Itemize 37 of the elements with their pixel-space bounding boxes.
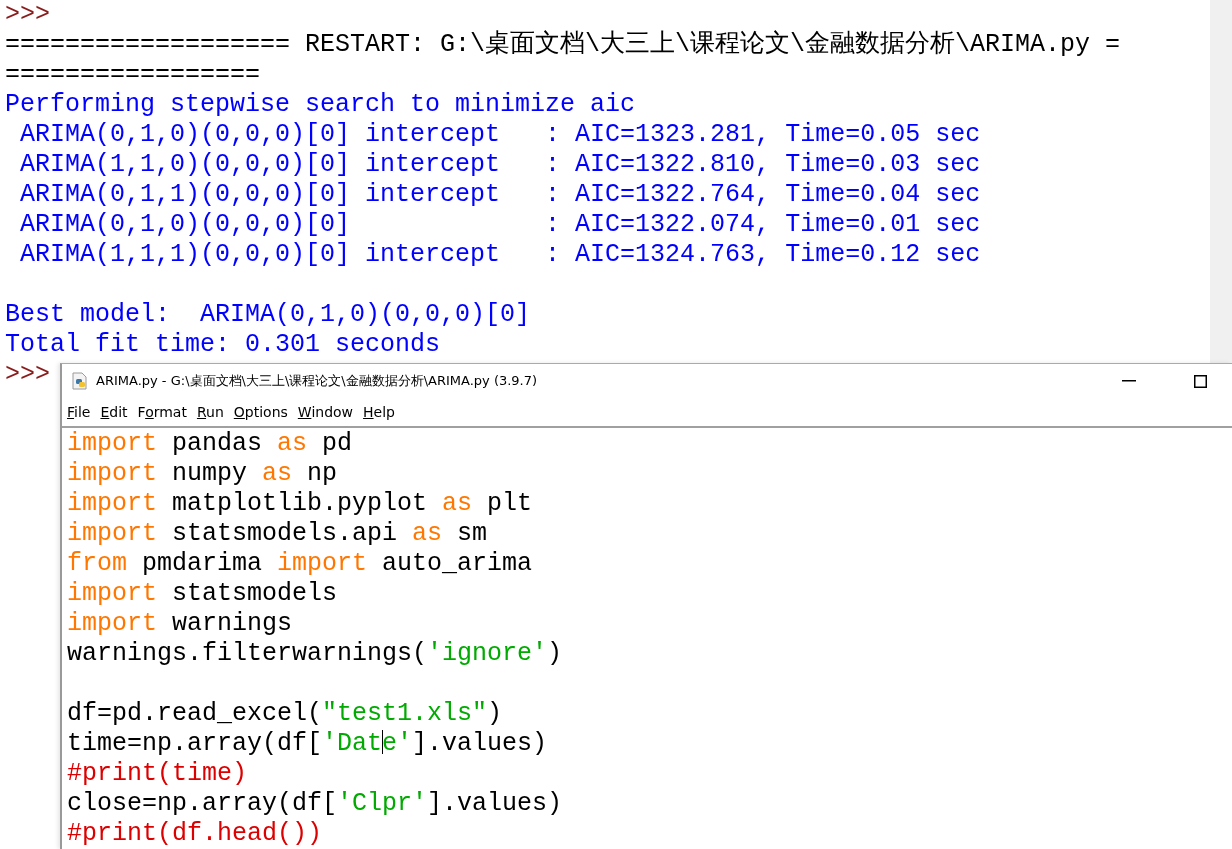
code-line: #print(time) [67, 759, 248, 789]
code-line: time=np.array(df['Date'].values) [67, 729, 548, 759]
shell-line: Performing stepwise search to minimize aic [5, 90, 636, 120]
menu-item[interactable]: Format [137, 404, 187, 421]
code-line: close=np.array(df['Clpr'].values) [67, 789, 563, 819]
menu-item[interactable]: Window [297, 404, 354, 421]
code-line: import statsmodels [67, 579, 338, 609]
shell-line: ARIMA(0,1,0)(0,0,0)[0] intercept : AIC=1323.281, Time=0.05 sec [19, 120, 981, 150]
code-line: import numpy as np [67, 459, 338, 489]
code-line: import statsmodels.api as sm [67, 519, 488, 549]
shell-line: ARIMA(1,1,0)(0,0,0)[0] intercept : AIC=1322.810, Time=0.03 sec [19, 150, 981, 180]
shell-line: ARIMA(0,1,0)(0,0,0)[0] : AIC=1322.074, Time=0.01 sec [19, 210, 981, 240]
python-file-icon [72, 372, 88, 391]
scrollbar[interactable] [1210, 0, 1232, 363]
code-line: #print(df.head()) [67, 819, 323, 849]
minimize-icon[interactable] [1122, 380, 1136, 383]
shell-line: Total fit time: 0.301 seconds [5, 330, 441, 360]
window-title: ARIMA.py - G:\桌面文档\大三上\课程论文\金融数据分析\ARIMA.py (3.9.7) [96, 372, 538, 391]
shell-line: Best model: ARIMA(0,1,0)(0,0,0)[0] [5, 300, 531, 330]
code-line: df=pd.read_excel("test1.xls") [67, 699, 503, 729]
shell-line: ================= [5, 60, 261, 90]
code-line: import pandas as pd [67, 429, 353, 459]
maximize-icon[interactable] [1194, 374, 1207, 388]
code-line: warnings.filterwarnings('ignore') [67, 639, 563, 669]
shell-line: ARIMA(0,1,1)(0,0,0)[0] intercept : AIC=1322.764, Time=0.04 sec [19, 180, 981, 210]
menu-item[interactable]: Edit [100, 404, 128, 421]
menu-item[interactable]: Run [196, 404, 224, 421]
shell-line: >>> [5, 360, 50, 390]
shell-line: >>> [5, 0, 50, 30]
menu-item[interactable]: File [67, 404, 91, 421]
code-line: import warnings [67, 609, 293, 639]
code-line: from pmdarima import auto_arima [67, 549, 533, 579]
menu-item[interactable]: Options [233, 404, 288, 421]
code-line: import matplotlib.pyplot as plt [67, 489, 533, 519]
menu-item[interactable]: Help [363, 404, 395, 421]
shell-line: =================== RESTART: G:\桌面文档\大三上\课程论文\金融数据分析\ARIMA.py = [5, 30, 1121, 60]
shell-line: ARIMA(1,1,1)(0,0,0)[0] intercept : AIC=1324.763, Time=0.12 sec [19, 240, 981, 270]
